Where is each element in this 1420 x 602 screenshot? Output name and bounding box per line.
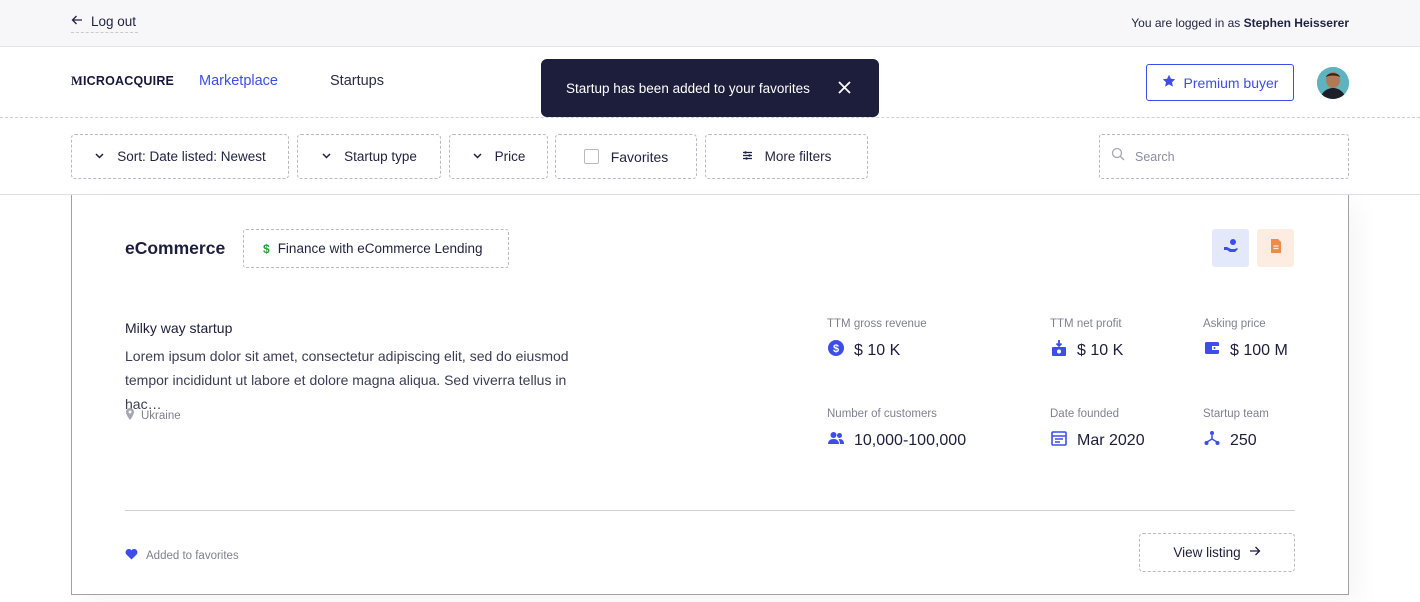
stat-value: 10,000-100,000 xyxy=(854,431,967,449)
more-filters-label: More filters xyxy=(764,149,832,164)
more-filters-button[interactable]: More filters xyxy=(705,134,868,179)
users-icon xyxy=(827,429,845,452)
startup-type-dropdown[interactable]: Startup type xyxy=(297,134,441,179)
stat-label: Number of customers xyxy=(827,408,937,420)
stat-date-founded: Date founded Mar 2020 xyxy=(1050,408,1145,452)
heart-icon xyxy=(125,548,138,563)
search-input[interactable] xyxy=(1135,149,1325,164)
logout-link[interactable]: Log out xyxy=(71,10,139,33)
stat-label: Date founded xyxy=(1050,408,1120,420)
stat-value: $ 10 K xyxy=(854,341,901,359)
view-listing-label: View listing xyxy=(1173,545,1241,560)
price-dropdown[interactable]: Price xyxy=(449,134,548,179)
location-label: Ukraine xyxy=(141,409,181,422)
view-listing-button[interactable]: View listing xyxy=(1139,533,1295,572)
stat-customers: Number of customers 10,000-100,000 xyxy=(827,408,966,452)
stat-revenue: TTM gross revenue $ $ 10 K xyxy=(827,318,927,362)
location-pin-icon xyxy=(125,408,135,423)
startup-type-label: Startup type xyxy=(344,149,417,164)
startup-description: Lorem ipsum dolor sit amet, consectetur … xyxy=(125,348,569,412)
hand-money-icon xyxy=(1223,238,1239,259)
sliders-icon xyxy=(742,149,753,164)
stat-label: TTM net profit xyxy=(1050,318,1122,330)
stat-value: $ 10 K xyxy=(1077,341,1124,359)
chevron-down-icon xyxy=(321,149,332,164)
arrow-right-icon xyxy=(1249,545,1261,560)
stat-value: $ 100 M xyxy=(1230,341,1288,359)
document-icon xyxy=(1268,238,1284,259)
logo-text: ICROACQUIRE xyxy=(83,74,175,88)
stat-label: Startup team xyxy=(1203,408,1269,420)
logged-in-prefix: You are logged in as xyxy=(1131,16,1241,30)
chevron-down-icon xyxy=(472,149,483,164)
sort-label: Sort: Date listed: Newest xyxy=(117,149,266,164)
startup-name: Milky way startup xyxy=(125,320,233,336)
nav-link-marketplace[interactable]: Marketplace xyxy=(199,73,278,89)
chevron-down-icon xyxy=(94,149,105,164)
logo-initial: M xyxy=(71,74,83,88)
team-icon xyxy=(1203,429,1221,452)
dollar-icon: $ xyxy=(263,241,270,256)
search-field[interactable] xyxy=(1099,134,1349,179)
logout-label: Log out xyxy=(91,13,137,29)
stat-asking-price: Asking price $ 100 M xyxy=(1203,318,1288,362)
svg-text:$: $ xyxy=(833,343,839,355)
favorite-status-label: Added to favorites xyxy=(146,549,239,562)
username: Stephen Heisserer xyxy=(1243,16,1349,30)
premium-buyer-button[interactable]: Premium buyer xyxy=(1146,64,1294,101)
money-bag-icon xyxy=(1050,339,1068,362)
location: Ukraine xyxy=(125,408,181,423)
favorites-label: Favorites xyxy=(610,148,669,165)
star-icon xyxy=(1162,74,1176,91)
calendar-icon xyxy=(1050,429,1068,452)
listing-category: eCommerce xyxy=(125,238,226,258)
toast-message: Startup has been added to your favorites xyxy=(566,80,810,96)
listing-card: eCommerce $ Finance with eCommerce Lendi… xyxy=(71,195,1349,595)
card-divider xyxy=(125,510,1295,511)
document-icon-button[interactable] xyxy=(1257,229,1294,267)
avatar[interactable] xyxy=(1317,67,1349,99)
filter-bar: Sort: Date listed: Newest Startup type P… xyxy=(0,118,1420,195)
favorites-filter[interactable]: Favorites xyxy=(555,134,697,179)
favorites-checkbox[interactable] xyxy=(583,149,599,164)
stat-team: Startup team 250 xyxy=(1203,408,1269,452)
top-bar: Log out You are logged in as Stephen Hei… xyxy=(0,0,1420,47)
stat-label: TTM gross revenue xyxy=(827,318,927,330)
price-label: Price xyxy=(494,149,526,164)
stat-profit: TTM net profit $ 10 K xyxy=(1050,318,1123,362)
stat-value: 250 xyxy=(1230,431,1257,449)
wallet-icon xyxy=(1203,339,1221,362)
sort-dropdown[interactable]: Sort: Date listed: Newest xyxy=(71,134,289,179)
hand-money-icon-button[interactable] xyxy=(1212,229,1249,267)
nav-link-startups[interactable]: Startups xyxy=(330,73,384,89)
financing-tag[interactable]: $ Finance with eCommerce Lending xyxy=(243,229,509,268)
close-icon[interactable] xyxy=(837,80,852,95)
logo[interactable]: MICROACQUIRE xyxy=(71,74,174,89)
arrow-left-icon xyxy=(71,14,83,29)
stat-value: Mar 2020 xyxy=(1077,431,1145,449)
favorites-toast: Startup has been added to your favorites xyxy=(541,59,879,117)
stat-label: Asking price xyxy=(1203,318,1266,330)
coin-icon: $ xyxy=(827,339,845,362)
search-icon xyxy=(1111,147,1125,166)
premium-label: Premium buyer xyxy=(1183,74,1279,91)
favorite-status[interactable]: Added to favorites xyxy=(125,548,239,563)
logged-in-info: You are logged in as Stephen Heisserer xyxy=(1131,16,1349,30)
financing-tag-label: Finance with eCommerce Lending xyxy=(277,241,483,256)
